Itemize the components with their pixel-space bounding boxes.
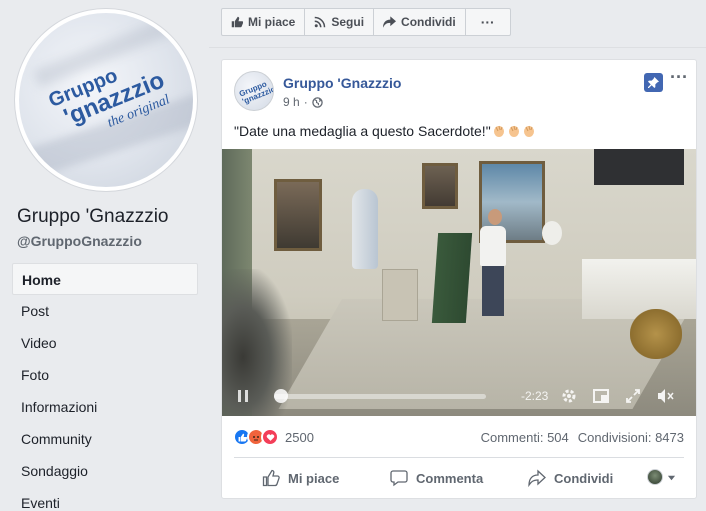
priest-head	[488, 209, 502, 225]
comment-bubble-icon	[390, 470, 408, 487]
post-card: Gruppo'gnazzzio Gruppo 'Gnazzzio 9 h · ·…	[221, 59, 697, 499]
video-remaining-time: -2:23	[521, 389, 549, 403]
like-post-label: Mi piace	[288, 470, 340, 486]
video-fan	[542, 221, 562, 245]
pin-icon[interactable]	[644, 73, 663, 92]
globe-icon	[311, 96, 323, 108]
post-text: "Date una medaglia a questo Sacerdote!"	[234, 123, 536, 139]
settings-gear-icon[interactable]	[560, 387, 578, 405]
mute-icon[interactable]	[656, 387, 674, 405]
video-painting	[274, 179, 322, 251]
video-player[interactable]: -2:23	[222, 149, 696, 416]
comment-button[interactable]: Commenta	[390, 469, 483, 487]
post-author-avatar[interactable]: Gruppo'gnazzzio	[234, 71, 274, 111]
more-dots-icon: ···	[480, 14, 495, 30]
follow-button[interactable]: Segui	[305, 9, 375, 35]
page-nav: Home Post Video Foto Informazioni Commun…	[12, 263, 198, 511]
post-meta: 9 h ·	[283, 95, 323, 109]
more-options-button[interactable]: ···	[466, 9, 510, 35]
love-icon	[261, 428, 279, 446]
actions-divider	[234, 457, 684, 458]
post-as-selector[interactable]	[647, 469, 676, 485]
video-progress-bar[interactable]	[274, 394, 486, 399]
follow-label: Segui	[331, 15, 365, 29]
page-handle[interactable]: @GruppoGnazzzio	[17, 233, 142, 249]
pushpin-glyph	[648, 77, 659, 88]
nav-item-eventi[interactable]: Eventi	[12, 487, 198, 511]
nav-item-sondaggio[interactable]: Sondaggio	[12, 455, 198, 487]
clapping-hands-icon	[522, 124, 536, 138]
reactions-count: 2500	[285, 429, 314, 445]
video-painting	[422, 163, 458, 209]
engagement-stats: Commenti: 504 Condivisioni: 8473	[481, 430, 684, 445]
nav-item-video[interactable]: Video	[12, 327, 198, 359]
video-statue	[352, 189, 378, 269]
nav-item-informazioni[interactable]: Informazioni	[12, 391, 198, 423]
nav-item-home[interactable]: Home	[12, 263, 198, 295]
viewer-avatar	[647, 469, 663, 485]
rss-icon	[315, 16, 326, 28]
video-scrubber[interactable]	[274, 389, 288, 403]
nav-item-post[interactable]: Post	[12, 295, 198, 327]
post-actions: Mi piace Commenta Condividi	[234, 463, 684, 493]
video-ornament	[630, 309, 682, 359]
meta-dot: ·	[303, 95, 308, 109]
video-priest	[480, 209, 510, 319]
video-screen	[594, 149, 684, 185]
like-page-button[interactable]: Mi piace	[222, 9, 306, 35]
share-page-label: Condividi	[401, 15, 456, 29]
nav-item-community[interactable]: Community	[12, 423, 198, 455]
clapping-hands-icon	[507, 124, 521, 138]
pip-icon[interactable]	[592, 387, 610, 405]
priest-legs	[482, 266, 504, 316]
video-lectern	[431, 233, 473, 323]
profile-image: Gruppo 'gnazzzio the original	[19, 13, 193, 187]
pause-icon[interactable]	[234, 387, 252, 405]
chevron-down-icon	[667, 475, 676, 480]
page-profile-picture[interactable]: Gruppo 'gnazzzio the original	[15, 9, 197, 191]
video-controls: -2:23	[222, 377, 696, 416]
header-divider	[209, 47, 706, 48]
thumbs-up-outline-icon	[262, 469, 280, 487]
nav-item-foto[interactable]: Foto	[12, 359, 198, 391]
priest-body	[480, 226, 506, 266]
video-cabinet	[382, 269, 418, 321]
post-author-name[interactable]: Gruppo 'Gnazzzio	[283, 75, 401, 91]
share-arrow-outline-icon	[528, 469, 546, 487]
comment-label: Commenta	[416, 470, 484, 486]
post-more-icon[interactable]: ···	[669, 68, 689, 90]
page-sidebar: Gruppo 'gnazzzio the original Gruppo 'Gn…	[0, 0, 209, 511]
share-post-label: Condividi	[554, 470, 614, 486]
like-post-button[interactable]: Mi piace	[262, 469, 339, 487]
thumbs-up-icon	[231, 16, 243, 28]
share-post-button[interactable]: Condividi	[528, 469, 613, 487]
share-page-button[interactable]: Condividi	[374, 9, 466, 35]
fullscreen-icon[interactable]	[624, 387, 642, 405]
clapping-hands-icon	[492, 124, 506, 138]
reactions-summary[interactable]: 2500	[233, 428, 314, 446]
like-page-label: Mi piace	[248, 15, 296, 29]
post-text-content: "Date una medaglia a questo Sacerdote!"	[234, 123, 491, 139]
page-action-bar: Mi piace Segui Condividi ···	[221, 8, 511, 36]
share-arrow-icon	[383, 16, 397, 28]
post-timestamp[interactable]: 9 h	[283, 95, 300, 109]
comments-count-link[interactable]: Commenti: 504	[481, 430, 569, 445]
mini-logo: Gruppo'gnazzzio	[237, 79, 274, 107]
page-title[interactable]: Gruppo 'Gnazzzio	[17, 206, 168, 228]
shares-count-link[interactable]: Condivisioni: 8473	[578, 430, 684, 445]
